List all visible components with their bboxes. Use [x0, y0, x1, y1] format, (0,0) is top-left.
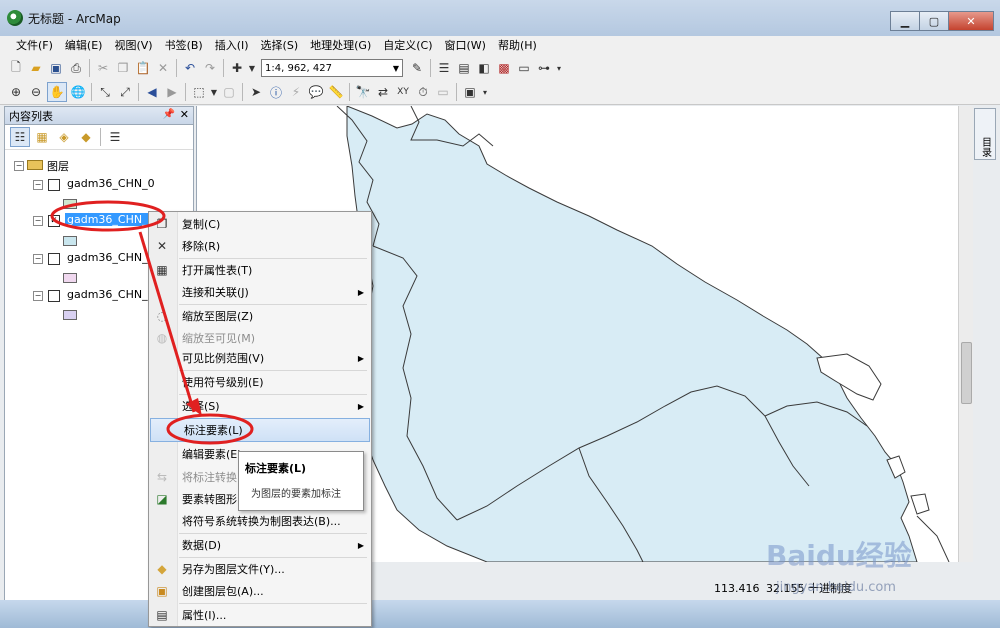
- baidu-watermark-url: jingyan.baidu.com: [776, 580, 896, 595]
- annotation-arrow-line: [138, 231, 196, 413]
- annotation-ellipse-menu-item: [166, 413, 254, 445]
- annotation-ellipse-layer: [50, 200, 166, 232]
- baidu-watermark: Baidu经验: [766, 539, 912, 572]
- annotation-arrow-head: [186, 398, 202, 416]
- arcmap-window: 无标题 - ArcMap ▁ ▢ ✕ 文件(F) 编辑(E) 视图(V) 书签(…: [0, 0, 1000, 628]
